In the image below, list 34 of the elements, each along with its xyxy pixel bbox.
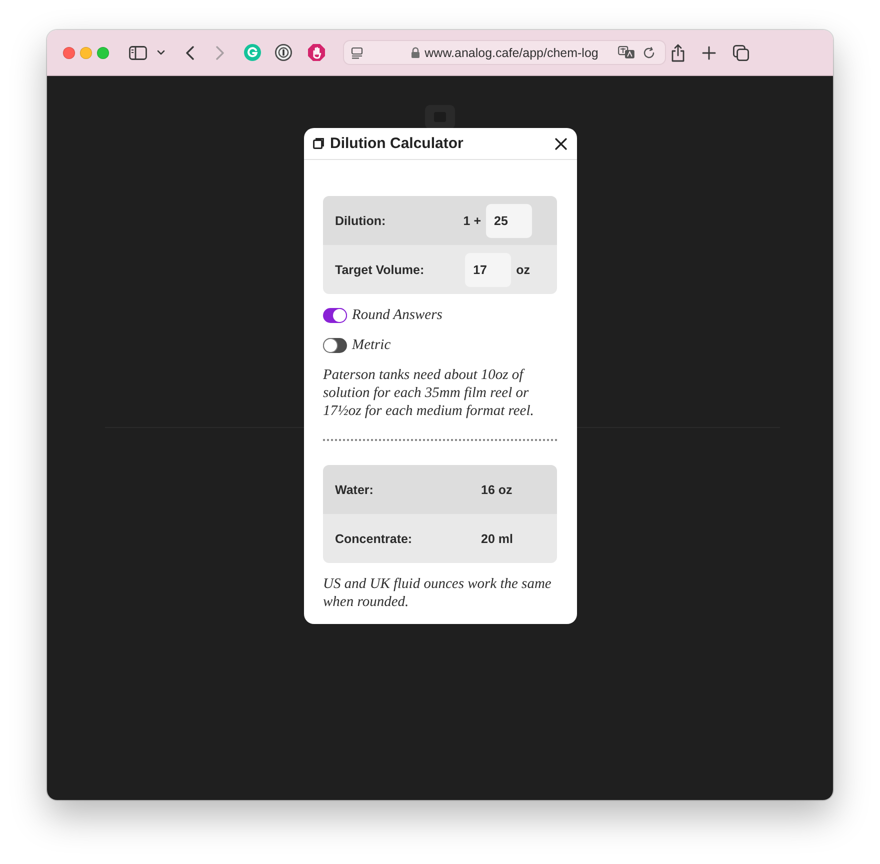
plus-icon[interactable]	[702, 46, 716, 60]
number-input[interactable]: 25	[486, 204, 532, 238]
toggle-label: Round Answers	[352, 306, 442, 324]
result-value: 20 ml	[481, 532, 514, 546]
ratio-prefix: 1 +	[463, 214, 481, 228]
back-icon[interactable]	[186, 46, 194, 60]
window-close-icon[interactable]	[63, 46, 75, 58]
unit-label: oz	[516, 262, 530, 276]
toggle-label: Metric	[352, 336, 391, 354]
number-input[interactable]: 17	[465, 252, 512, 286]
logo-icon	[425, 105, 455, 129]
lock-icon	[410, 47, 420, 58]
tabs-icon[interactable]	[733, 44, 749, 60]
chevron-down-icon[interactable]	[157, 50, 165, 55]
stop-hand-icon[interactable]	[308, 44, 325, 61]
result-label: Concentrate:	[335, 532, 412, 546]
toggle-switch[interactable]	[323, 338, 347, 352]
result-label: Water:	[335, 482, 374, 496]
address-bar[interactable]: www.analog.cafe/app/chem-log	[343, 40, 666, 65]
dialog-title: Dilution Calculator	[330, 135, 464, 152]
result-value: 16 oz	[481, 482, 514, 496]
overlapping-squares-icon	[313, 138, 324, 149]
reload-icon[interactable]	[643, 46, 655, 58]
info-text: Paterson tanks need about 10oz of solution for each 35mm film reel or 17½oz for each medium format reel.	[323, 366, 535, 420]
field-label: Target Volume:	[335, 262, 424, 276]
address-url[interactable]: www.analog.cafe/app/chem-log	[424, 46, 598, 60]
page-menu-icon[interactable]	[351, 46, 363, 58]
field-label: Dilution:	[335, 214, 386, 228]
sidebar-icon[interactable]	[129, 46, 147, 60]
ring-logo-icon[interactable]	[275, 44, 292, 61]
footnote-text: US and UK fluid ounces work the same when rounded.	[323, 575, 552, 611]
toggle-switch[interactable]	[323, 308, 347, 322]
share-icon[interactable]	[671, 44, 685, 62]
translate-icon[interactable]	[618, 46, 635, 59]
